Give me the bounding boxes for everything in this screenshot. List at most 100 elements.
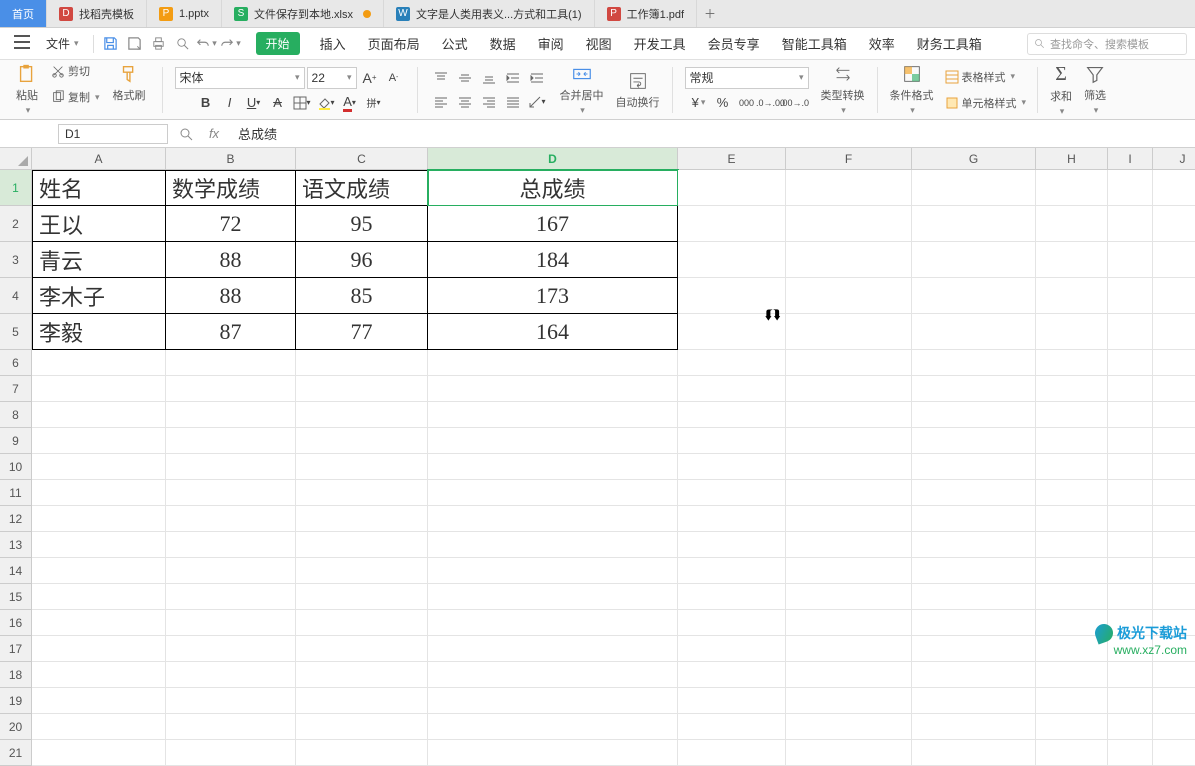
cell-G13[interactable] — [912, 532, 1036, 558]
ribbon-tab-ai[interactable]: 智能工具箱 — [780, 30, 849, 57]
cell-F13[interactable] — [786, 532, 912, 558]
cell-J20[interactable] — [1153, 714, 1195, 740]
cell-E20[interactable] — [678, 714, 786, 740]
justify-button[interactable] — [502, 92, 524, 112]
row-header-10[interactable]: 10 — [0, 454, 32, 480]
cell-J8[interactable] — [1153, 402, 1195, 428]
increase-decimal-button[interactable]: .0→.00 — [760, 93, 782, 113]
cell-B5[interactable]: 87 — [166, 314, 296, 350]
cell-H9[interactable] — [1036, 428, 1108, 454]
cell-A1[interactable]: 姓名 — [32, 170, 166, 206]
column-header-G[interactable]: G — [912, 148, 1036, 170]
cell-E14[interactable] — [678, 558, 786, 584]
align-middle-button[interactable] — [454, 68, 476, 88]
font-name-select[interactable]: 宋体▾ — [175, 67, 305, 89]
cell-J2[interactable] — [1153, 206, 1195, 242]
cell-C9[interactable] — [296, 428, 428, 454]
cancel-formula-icon[interactable] — [176, 124, 196, 144]
cell-G12[interactable] — [912, 506, 1036, 532]
cell-D15[interactable] — [428, 584, 678, 610]
ribbon-tab-finance[interactable]: 财务工具箱 — [915, 30, 984, 57]
print-preview-button[interactable] — [172, 33, 194, 55]
cell-H3[interactable] — [1036, 242, 1108, 278]
cell-G5[interactable] — [912, 314, 1036, 350]
cell-I15[interactable] — [1108, 584, 1153, 610]
type-convert-button[interactable]: 类型转换 — [817, 61, 869, 118]
cell-J14[interactable] — [1153, 558, 1195, 584]
cell-H21[interactable] — [1036, 740, 1108, 766]
column-header-D[interactable]: D — [428, 148, 678, 170]
new-tab-button[interactable]: ＋ — [697, 0, 723, 27]
increase-font-button[interactable]: A+ — [359, 68, 381, 88]
cell-B11[interactable] — [166, 480, 296, 506]
cell-G2[interactable] — [912, 206, 1036, 242]
cell-C8[interactable] — [296, 402, 428, 428]
cell-C2[interactable]: 95 — [296, 206, 428, 242]
row-header-14[interactable]: 14 — [0, 558, 32, 584]
cell-C18[interactable] — [296, 662, 428, 688]
cell-A5[interactable]: 李毅 — [32, 314, 166, 350]
cell-J18[interactable] — [1153, 662, 1195, 688]
ribbon-tab-insert[interactable]: 插入 — [318, 30, 348, 57]
cell-G9[interactable] — [912, 428, 1036, 454]
cell-A13[interactable] — [32, 532, 166, 558]
ribbon-tab-efficiency[interactable]: 效率 — [867, 30, 897, 57]
cell-D19[interactable] — [428, 688, 678, 714]
cell-G11[interactable] — [912, 480, 1036, 506]
cell-I13[interactable] — [1108, 532, 1153, 558]
cell-C4[interactable]: 85 — [296, 278, 428, 314]
row-header-6[interactable]: 6 — [0, 350, 32, 376]
cell-G7[interactable] — [912, 376, 1036, 402]
cell-E5[interactable] — [678, 314, 786, 350]
cell-B3[interactable]: 88 — [166, 242, 296, 278]
row-header-9[interactable]: 9 — [0, 428, 32, 454]
cell-F10[interactable] — [786, 454, 912, 480]
cell-E18[interactable] — [678, 662, 786, 688]
cell-B13[interactable] — [166, 532, 296, 558]
cell-I11[interactable] — [1108, 480, 1153, 506]
cell-A7[interactable] — [32, 376, 166, 402]
format-painter-button[interactable]: 格式刷 — [109, 61, 150, 118]
cell-A16[interactable] — [32, 610, 166, 636]
cell-A8[interactable] — [32, 402, 166, 428]
cell-H7[interactable] — [1036, 376, 1108, 402]
tab-pdf[interactable]: P工作簿1.pdf — [595, 0, 697, 27]
cell-B7[interactable] — [166, 376, 296, 402]
ribbon-tab-vip[interactable]: 会员专享 — [706, 30, 762, 57]
cell-H2[interactable] — [1036, 206, 1108, 242]
column-header-E[interactable]: E — [678, 148, 786, 170]
cell-I3[interactable] — [1108, 242, 1153, 278]
cell-B18[interactable] — [166, 662, 296, 688]
cell-F11[interactable] — [786, 480, 912, 506]
cell-H6[interactable] — [1036, 350, 1108, 376]
phonetic-button[interactable]: 拼▾ — [363, 93, 385, 113]
cell-J9[interactable] — [1153, 428, 1195, 454]
copy-button[interactable]: 复制 — [48, 87, 103, 107]
cell-E10[interactable] — [678, 454, 786, 480]
cell-E9[interactable] — [678, 428, 786, 454]
row-header-18[interactable]: 18 — [0, 662, 32, 688]
cell-E12[interactable] — [678, 506, 786, 532]
cell-D20[interactable] — [428, 714, 678, 740]
cell-F4[interactable] — [786, 278, 912, 314]
cell-C15[interactable] — [296, 584, 428, 610]
cell-D6[interactable] — [428, 350, 678, 376]
tab-docx[interactable]: W文字是人类用表义...方式和工具(1) — [384, 0, 595, 27]
column-header-I[interactable]: I — [1108, 148, 1153, 170]
tab-templates[interactable]: D找稻壳模板 — [47, 0, 147, 27]
cell-F9[interactable] — [786, 428, 912, 454]
cell-I2[interactable] — [1108, 206, 1153, 242]
cell-E6[interactable] — [678, 350, 786, 376]
cell-D13[interactable] — [428, 532, 678, 558]
cell-I7[interactable] — [1108, 376, 1153, 402]
row-header-4[interactable]: 4 — [0, 278, 32, 314]
cell-F1[interactable] — [786, 170, 912, 206]
cell-G6[interactable] — [912, 350, 1036, 376]
indent-decrease-button[interactable] — [502, 68, 524, 88]
undo-button[interactable] — [196, 33, 218, 55]
row-header-11[interactable]: 11 — [0, 480, 32, 506]
cell-A14[interactable] — [32, 558, 166, 584]
cell-B4[interactable]: 88 — [166, 278, 296, 314]
cell-H12[interactable] — [1036, 506, 1108, 532]
cell-A18[interactable] — [32, 662, 166, 688]
